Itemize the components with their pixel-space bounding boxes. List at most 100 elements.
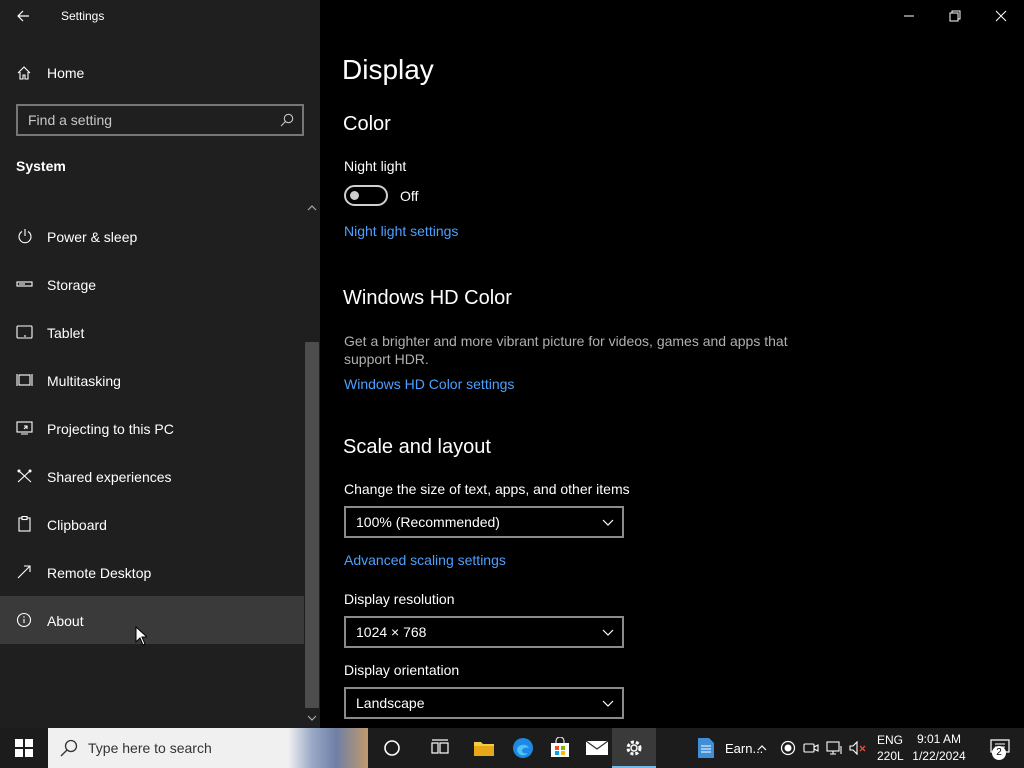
scale-size-label: Change the size of text, apps, and other… (344, 481, 630, 497)
color-heading: Color (343, 113, 391, 135)
hd-color-settings-link[interactable]: Windows HD Color settings (344, 376, 514, 392)
scale-layout-heading: Scale and layout (343, 436, 491, 458)
meet-now-icon[interactable] (803, 740, 819, 756)
sidebar-item-clipboard[interactable]: Clipboard (0, 500, 304, 548)
hd-color-heading: Windows HD Color (343, 287, 512, 309)
file-explorer-button[interactable] (462, 728, 506, 768)
sidebar-item-remote-desktop[interactable]: Remote Desktop (0, 548, 304, 596)
notification-count-badge: 2 (992, 746, 1006, 760)
sidebar-item-label: Shared experiences (47, 469, 172, 485)
cortana-circle-icon (384, 740, 400, 756)
search-highlight-image (288, 728, 368, 768)
tablet-icon (16, 325, 33, 339)
app-title: Settings (61, 9, 105, 23)
title-bar: Settings (0, 0, 320, 32)
power-icon (18, 229, 32, 244)
clock-time: 9:01 AM (916, 732, 962, 746)
sidebar-item-multitasking[interactable]: Multitasking (0, 356, 304, 404)
shared-experiences-icon (17, 469, 32, 483)
display-settings-content: Display Color Night light Off Night ligh… (320, 0, 1024, 728)
resolution-dropdown-value: 1024 × 768 (356, 624, 427, 640)
sidebar-item-label: Clipboard (47, 517, 107, 533)
sidebar-item-about[interactable]: About (0, 596, 304, 644)
scroll-up-icon[interactable] (306, 202, 318, 214)
back-button[interactable] (10, 4, 36, 28)
cortana-button[interactable] (370, 728, 414, 768)
night-light-toggle[interactable] (344, 185, 388, 206)
mail-envelope-icon (585, 740, 609, 755)
sidebar-item-label: Power & sleep (47, 229, 138, 245)
sidebar-item-storage[interactable]: Storage (0, 260, 304, 308)
task-view-icon (431, 739, 449, 754)
sidebar-item-label: Projecting to this PC (47, 421, 174, 437)
chevron-down-icon (602, 519, 614, 526)
sidebar-item-label: Multitasking (47, 373, 121, 389)
sidebar-scrollbar[interactable] (305, 342, 319, 708)
language-indicator[interactable]: ENG (877, 733, 903, 747)
edge-browser-icon (513, 738, 533, 758)
chevron-up-icon[interactable] (756, 742, 768, 754)
clipboard-icon (18, 516, 31, 532)
hd-color-description: Get a brighter and more vibrant picture … (344, 333, 788, 367)
windows-logo-icon (15, 739, 33, 757)
remote-desktop-icon (17, 565, 31, 579)
scroll-down-icon[interactable] (306, 712, 318, 724)
network-icon[interactable] (826, 740, 844, 756)
night-light-label: Night light (344, 158, 407, 174)
section-title: System (16, 158, 66, 174)
toggle-knob (350, 191, 359, 200)
orientation-dropdown[interactable]: Landscape (344, 687, 624, 719)
chevron-down-icon (602, 629, 614, 636)
scale-dropdown-value: 100% (Recommended) (356, 514, 500, 530)
sidebar-item-label: Tablet (47, 325, 85, 341)
gear-icon (626, 740, 642, 756)
home-icon (17, 66, 31, 80)
store-bag-icon (551, 737, 569, 757)
night-light-state: Off (400, 188, 419, 204)
document-app-button[interactable] (684, 728, 728, 768)
search-icon[interactable] (280, 113, 294, 127)
resolution-dropdown[interactable]: 1024 × 768 (344, 616, 624, 648)
orientation-label: Display orientation (344, 662, 460, 678)
taskbar-search-box[interactable]: Type here to search (48, 728, 368, 768)
night-light-settings-link[interactable]: Night light settings (344, 223, 458, 239)
sidebar-item-label: Remote Desktop (47, 565, 152, 581)
settings-window: Settings Home System Power & sleep Stora… (0, 0, 1024, 728)
sidebar-item-shared-experiences[interactable]: Shared experiences (0, 452, 304, 500)
orientation-dropdown-value: Landscape (356, 695, 425, 711)
multitasking-icon (16, 374, 33, 386)
sidebar-item-projecting[interactable]: Projecting to this PC (0, 404, 304, 452)
resolution-label: Display resolution (344, 591, 455, 607)
record-icon[interactable] (780, 740, 796, 756)
search-input[interactable] (28, 106, 268, 134)
settings-taskbar-button[interactable] (612, 728, 656, 768)
home-nav-item[interactable]: Home (0, 56, 320, 90)
chevron-down-icon (602, 700, 614, 707)
taskbar: Type here to search Earn... ENG 220L 9:0… (0, 728, 1024, 768)
language-sub-indicator[interactable]: 220L (877, 749, 904, 763)
start-button[interactable] (0, 728, 48, 768)
sidebar: Settings Home System Power & sleep Stora… (0, 0, 320, 728)
storage-icon (16, 281, 33, 287)
projecting-icon (16, 421, 33, 435)
search-icon (60, 739, 78, 757)
sidebar-item-tablet[interactable]: Tablet (0, 308, 304, 356)
folder-icon (474, 742, 494, 756)
system-clock[interactable]: 9:01 AM 1/22/2024 (908, 731, 970, 765)
mouse-cursor-icon (135, 626, 147, 646)
find-setting-search[interactable] (16, 104, 304, 136)
clock-date: 1/22/2024 (912, 749, 966, 763)
sidebar-item-label: Storage (47, 277, 97, 293)
volume-muted-icon[interactable] (849, 740, 867, 756)
info-icon (16, 612, 32, 628)
scale-dropdown[interactable]: 100% (Recommended) (344, 506, 624, 538)
task-view-button[interactable] (418, 728, 462, 768)
home-label: Home (47, 65, 85, 81)
page-title: Display (342, 54, 434, 85)
sidebar-item-label: About (47, 613, 84, 629)
document-icon (698, 738, 714, 758)
taskbar-search-text: Type here to search (88, 740, 212, 756)
sidebar-item-power-sleep[interactable]: Power & sleep (0, 212, 304, 260)
sidebar-nav: Power & sleep Storage Tablet Multitaskin… (0, 212, 304, 644)
advanced-scaling-link[interactable]: Advanced scaling settings (344, 552, 506, 568)
